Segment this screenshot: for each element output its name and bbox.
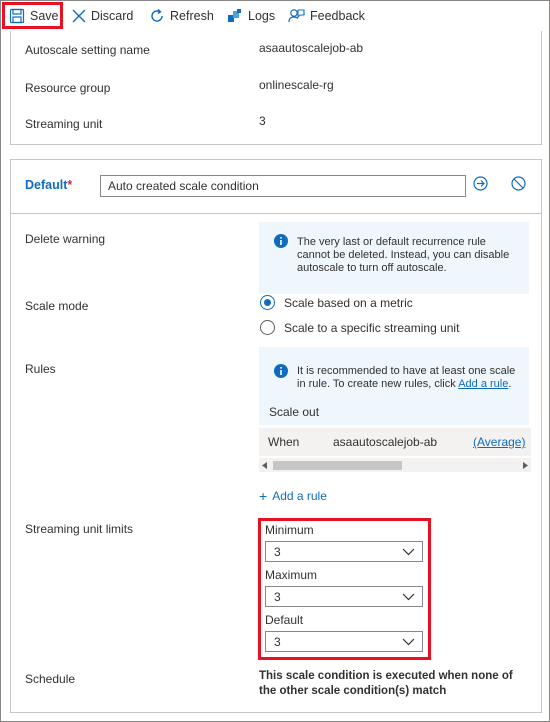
- discard-button[interactable]: Discard: [72, 2, 133, 29]
- scroll-thumb[interactable]: [273, 461, 402, 470]
- autoscale-settings-panel: Autoscale setting name asaautoscalejob-a…: [10, 31, 542, 145]
- streaming-unit-label: Streaming unit: [25, 117, 103, 131]
- resource-group-value: onlinescale-rg: [259, 78, 334, 92]
- logs-label: Logs: [248, 8, 276, 23]
- feedback-label: Feedback: [310, 8, 365, 23]
- radio-dot-unselected: [260, 320, 275, 335]
- rules-info-add-link[interactable]: Add a rule: [458, 378, 508, 390]
- limits-label: Streaming unit limits: [25, 522, 134, 536]
- save-highlight: [2, 2, 63, 29]
- scale-mode-label: Scale mode: [25, 299, 89, 313]
- schedule-text: This scale condition is executed when no…: [259, 670, 513, 697]
- info-icon: [274, 364, 288, 378]
- rule-row[interactable]: When asaautoscalejob-ab (Average): [259, 428, 531, 456]
- close-icon: [72, 9, 86, 22]
- condition-title: Default*: [25, 178, 72, 192]
- minimum-select[interactable]: 3: [265, 541, 423, 562]
- refresh-icon: [151, 8, 163, 22]
- maximum-value: 3: [274, 590, 281, 604]
- horizontal-scrollbar[interactable]: [259, 458, 531, 472]
- maximum-label: Maximum: [265, 568, 318, 582]
- condition-title-text: Default: [25, 178, 68, 192]
- schedule-label: Schedule: [25, 672, 76, 686]
- discard-label: Discard: [91, 8, 134, 23]
- feedback-button[interactable]: Feedback: [288, 2, 365, 29]
- add-rule-label: Add a rule: [272, 489, 327, 503]
- plus-icon: +: [259, 488, 268, 504]
- scroll-right-icon[interactable]: [522, 462, 528, 469]
- refresh-label: Refresh: [170, 8, 214, 23]
- chevron-down-icon: [402, 638, 415, 646]
- header-divider: [11, 213, 541, 214]
- feedback-icon: [288, 8, 305, 22]
- delete-warning-label: Delete warning: [25, 232, 106, 246]
- streaming-unit-value: 3: [259, 114, 266, 128]
- logs-button[interactable]: Logs: [227, 2, 275, 29]
- refresh-button[interactable]: Refresh: [149, 2, 214, 29]
- autoscale-name-label: Autoscale setting name: [25, 43, 150, 57]
- chevron-down-icon: [402, 548, 415, 556]
- radio-dot-selected: [260, 295, 275, 310]
- maximum-select[interactable]: 3: [265, 586, 423, 607]
- rules-label: Rules: [25, 362, 56, 376]
- chevron-down-icon: [402, 593, 415, 601]
- delete-warning-text: The very last or default recurrence rule…: [297, 236, 510, 274]
- resource-group-label: Resource group: [25, 81, 111, 95]
- condition-name-input[interactable]: [100, 175, 466, 197]
- rules-info-text: It is recommended to have at least one s…: [297, 365, 519, 391]
- rule-when: When: [268, 435, 300, 449]
- rule-aggregation-link[interactable]: (Average): [473, 435, 525, 449]
- toolbar: Save Discard Refresh Logs Feedback: [0, 0, 550, 31]
- radio-scale-specific[interactable]: Scale to a specific streaming unit: [260, 320, 459, 335]
- scroll-left-icon[interactable]: [262, 462, 268, 469]
- radio-scale-metric-label: Scale based on a metric: [284, 295, 413, 310]
- info-icon: [274, 234, 288, 248]
- rules-info: It is recommended to have at least one s…: [259, 347, 529, 425]
- minimum-label: Minimum: [265, 523, 314, 537]
- scale-out-label: Scale out: [269, 405, 320, 419]
- default-label: Default: [265, 613, 304, 627]
- minimum-value: 3: [274, 545, 281, 559]
- radio-scale-metric[interactable]: Scale based on a metric: [260, 295, 413, 310]
- rule-resource: asaautoscalejob-ab: [333, 435, 438, 449]
- default-value: 3: [274, 635, 281, 649]
- required-mark: *: [67, 178, 73, 192]
- autoscale-name-value: asaautoscalejob-ab: [259, 41, 364, 55]
- default-select[interactable]: 3: [265, 631, 423, 652]
- logs-icon: [228, 8, 241, 22]
- radio-scale-specific-label: Scale to a specific streaming unit: [284, 320, 460, 335]
- block-icon[interactable]: [511, 176, 526, 191]
- add-rule-button[interactable]: + Add a rule: [259, 489, 327, 503]
- delete-warning-info: The very last or default recurrence rule…: [259, 222, 529, 294]
- default-condition-panel: Default* Delete warning The very last or…: [10, 159, 542, 713]
- arrow-right-circle-icon[interactable]: [473, 176, 488, 191]
- rules-info-end: .: [508, 378, 512, 390]
